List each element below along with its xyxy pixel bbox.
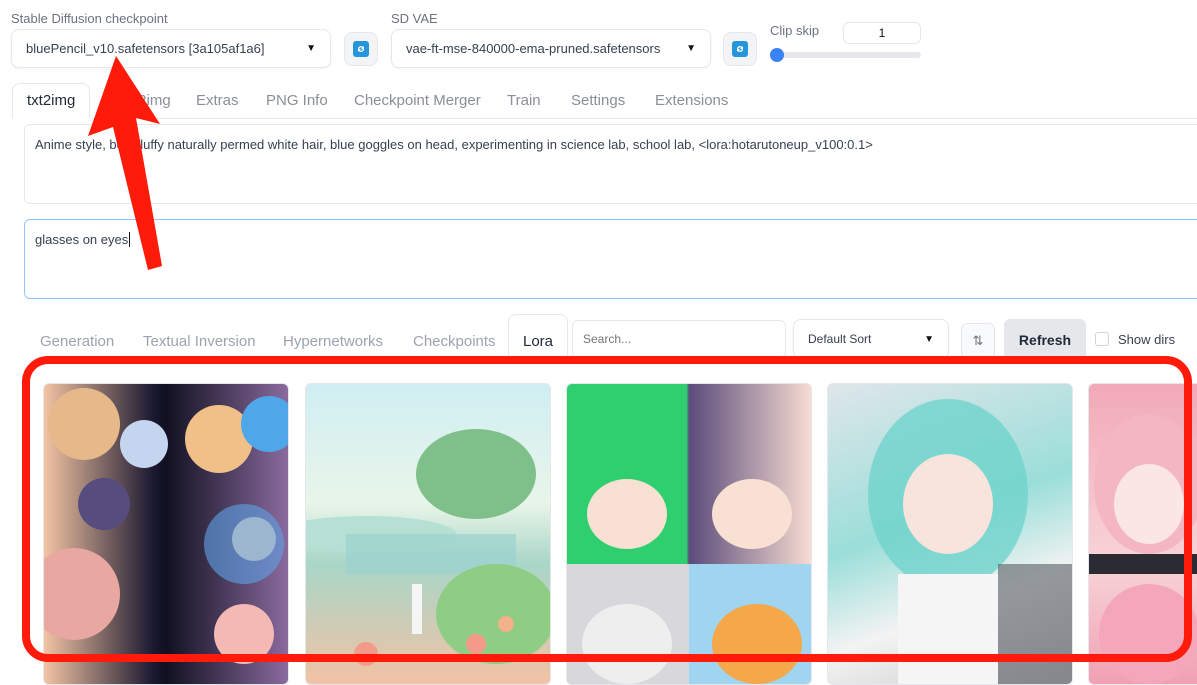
- tab-divider: [91, 118, 1197, 119]
- clipskip-slider-thumb[interactable]: [770, 48, 784, 62]
- refresh-icon: [732, 41, 748, 57]
- sort-dropdown[interactable]: Default Sort ▼: [793, 319, 949, 359]
- clipskip-slider-track[interactable]: [770, 48, 921, 62]
- tab-png-info[interactable]: PNG Info: [266, 92, 328, 109]
- subtab-checkpoints[interactable]: Checkpoints: [413, 333, 496, 350]
- subtab-textual-inversion[interactable]: Textual Inversion: [143, 333, 256, 350]
- vae-dropdown[interactable]: vae-ft-mse-840000-ema-pruned.safetensors…: [391, 29, 711, 68]
- vae-label: SD VAE: [391, 11, 438, 26]
- annotation-arrow-icon: [88, 56, 162, 270]
- tab-extras[interactable]: Extras: [196, 92, 239, 109]
- refresh-button[interactable]: Refresh: [1004, 319, 1086, 361]
- subtab-hypernetworks[interactable]: Hypernetworks: [283, 333, 383, 350]
- refresh-icon: [353, 41, 369, 57]
- sort-value: Default Sort: [808, 332, 872, 346]
- vae-value: vae-ft-mse-840000-ema-pruned.safetensors: [406, 41, 661, 56]
- negative-prompt-textarea[interactable]: glasses on eyes​: [24, 219, 1197, 299]
- clipskip-label: Clip skip: [770, 23, 820, 38]
- tab-checkpoint-merger[interactable]: Checkpoint Merger: [354, 92, 481, 109]
- chevron-down-icon: ▼: [306, 43, 316, 54]
- search-input[interactable]: [572, 320, 786, 358]
- tab-settings[interactable]: Settings: [571, 92, 625, 109]
- sort-direction-button[interactable]: ⇅: [961, 323, 995, 359]
- subtab-generation[interactable]: Generation: [40, 333, 114, 350]
- sort-arrows-icon: ⇅: [972, 333, 984, 348]
- tab-train[interactable]: Train: [507, 92, 541, 109]
- chevron-down-icon: ▼: [686, 43, 696, 54]
- show-dirs-label: Show dirs: [1118, 332, 1176, 347]
- chevron-down-icon: ▼: [924, 333, 934, 345]
- clipskip-input[interactable]: 1: [843, 22, 921, 44]
- checkpoint-refresh-button[interactable]: [344, 32, 378, 66]
- tab-extensions[interactable]: Extensions: [655, 92, 728, 109]
- positive-prompt-textarea[interactable]: Anime style, boy, fluffy naturally perme…: [24, 124, 1197, 204]
- subtab-lora[interactable]: Lora: [508, 314, 568, 358]
- vae-refresh-button[interactable]: [723, 32, 757, 66]
- annotation-highlight-box: [22, 356, 1192, 662]
- show-dirs-checkbox[interactable]: [1095, 332, 1109, 346]
- checkpoint-label: Stable Diffusion checkpoint: [11, 11, 168, 26]
